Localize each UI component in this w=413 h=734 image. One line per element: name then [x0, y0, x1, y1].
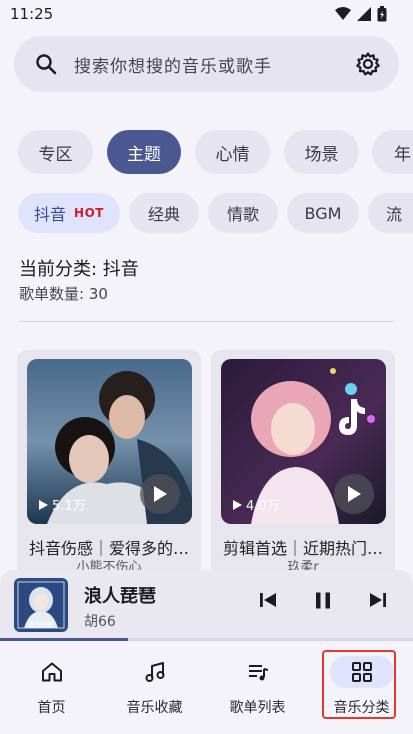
playlist-card[interactable]: 4.0万 剪辑首选｜近期热门… 玖柔r: [211, 350, 395, 576]
nav-icon-container: [20, 656, 84, 688]
tag-love-song[interactable]: 情歌: [208, 193, 278, 233]
playlist-card[interactable]: 5.1万 抖音伤感｜爱得多的… 小熊不伤心: [17, 350, 201, 576]
nav-home[interactable]: 首页: [0, 642, 103, 734]
home-icon: [41, 662, 62, 682]
play-icon: [154, 486, 167, 502]
play-small-icon: [39, 499, 48, 510]
tag-label: BGM: [304, 203, 342, 223]
now-playing-title: 浪人琵琶: [84, 586, 156, 607]
hot-badge: HOT: [74, 206, 104, 220]
progress-bar[interactable]: [0, 638, 413, 641]
playlist-count: 歌单数量: 30: [19, 285, 108, 303]
playlist-cover: 4.0万: [221, 359, 386, 524]
tag-label: 抖音: [34, 205, 67, 224]
tag-douyin[interactable]: 抖音 HOT: [18, 193, 120, 233]
now-playing-artist: 胡66: [84, 614, 116, 630]
chip-mood[interactable]: 心情: [195, 130, 270, 174]
battery-icon: [377, 6, 387, 22]
playlist-cover: 5.1万: [27, 359, 192, 524]
previous-icon[interactable]: [259, 592, 277, 608]
nav-favorites[interactable]: 音乐收藏: [103, 642, 206, 734]
play-count: 4.0万: [233, 495, 280, 514]
chip-label: 场景: [304, 144, 339, 165]
tag-chips: 抖音 HOT 经典 情歌 BGM 流: [0, 193, 413, 233]
category-chips: 专区 主题 心情 场景 年: [0, 130, 413, 174]
search-input[interactable]: 搜索你想搜的音乐或歌手: [74, 52, 272, 77]
cover-caption: 都为归途: [29, 621, 53, 629]
play-count: 5.1万: [39, 495, 86, 514]
play-count-value: 5.1万: [52, 499, 86, 514]
play-button[interactable]: [334, 474, 374, 514]
nav-icon-container: [226, 656, 290, 688]
status-bar: 11:25: [0, 0, 413, 30]
nav-label: 歌单列表: [229, 700, 286, 716]
nav-label: 音乐收藏: [126, 700, 183, 716]
wifi-icon: [335, 7, 351, 20]
tag-pop[interactable]: 流: [368, 193, 413, 233]
chip-label: 年: [394, 144, 411, 165]
tag-classic[interactable]: 经典: [129, 193, 199, 233]
search-icon: [36, 54, 57, 75]
tag-label: 流: [386, 205, 403, 224]
progress-fill: [0, 638, 129, 641]
highlight-box: [322, 650, 396, 719]
tag-label: 经典: [147, 205, 180, 224]
signal-icon: [357, 7, 371, 21]
pause-icon[interactable]: [315, 592, 331, 609]
gear-icon[interactable]: [355, 51, 381, 77]
play-small-icon: [233, 499, 242, 510]
play-count-value: 4.0万: [246, 499, 280, 514]
nav-icon-container: [123, 656, 187, 688]
nav-playlists[interactable]: 歌单列表: [206, 642, 309, 734]
chip-label: 主题: [127, 144, 161, 165]
current-category: 当前分类: 抖音: [19, 259, 139, 280]
nav-label: 首页: [37, 700, 66, 716]
status-icons: [335, 6, 387, 22]
status-time: 11:25: [10, 5, 54, 23]
chip-label: 心情: [215, 144, 250, 165]
play-button[interactable]: [140, 474, 180, 514]
tag-label: 情歌: [226, 205, 259, 224]
now-playing-cover: 都为归途: [14, 578, 68, 632]
mini-player[interactable]: 都为归途 浪人琵琶 胡66: [0, 570, 413, 640]
next-icon[interactable]: [369, 592, 387, 608]
chip-theme[interactable]: 主题: [107, 130, 181, 174]
chip-label: 专区: [38, 144, 73, 165]
music-note-icon: [145, 662, 164, 682]
chip-zone[interactable]: 专区: [18, 130, 93, 174]
divider: [19, 321, 395, 322]
play-icon: [348, 486, 361, 502]
tag-bgm[interactable]: BGM: [287, 193, 359, 233]
search-bar[interactable]: 搜索你想搜的音乐或歌手: [14, 36, 399, 92]
chip-era[interactable]: 年: [372, 130, 413, 174]
chip-scene[interactable]: 场景: [284, 130, 359, 174]
playlist-icon: [248, 665, 268, 681]
